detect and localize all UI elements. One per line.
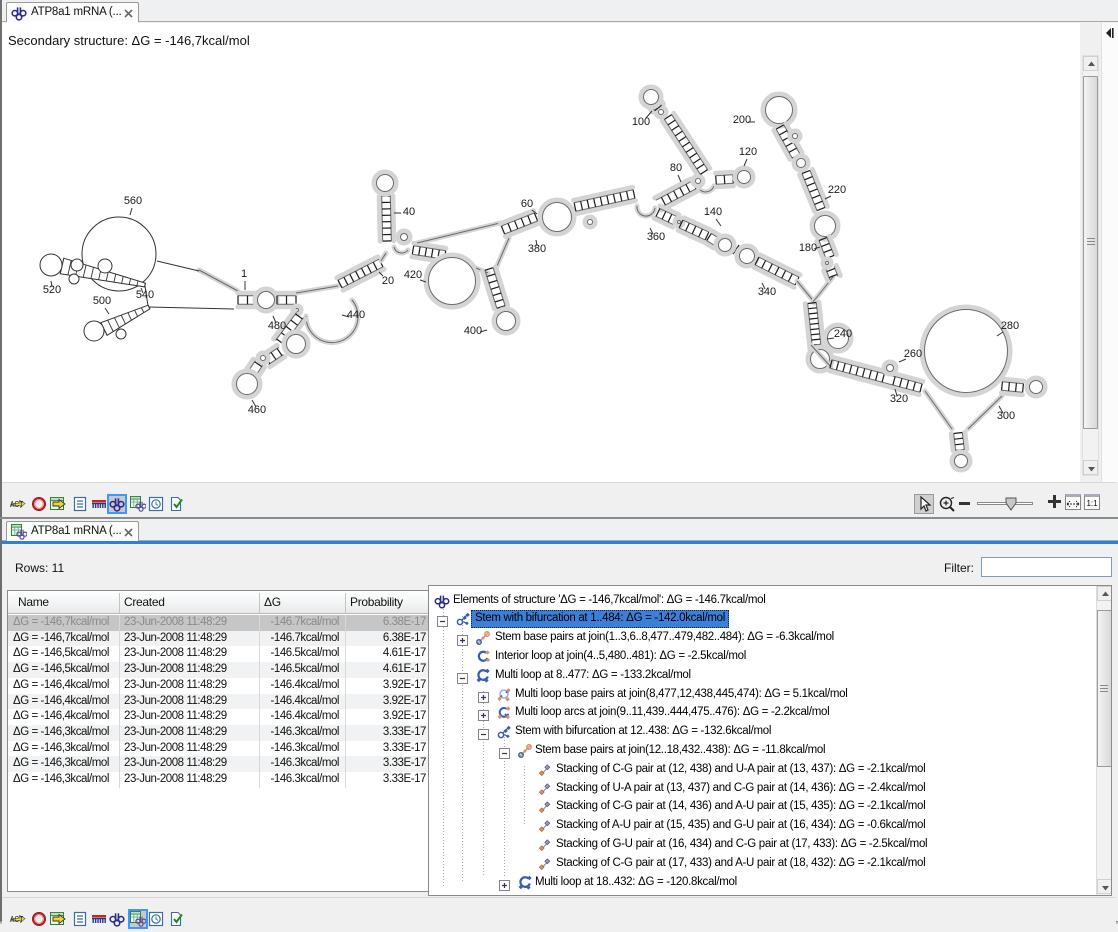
svg-text:120: 120 <box>739 146 757 158</box>
svg-text:180: 180 <box>799 242 817 254</box>
svg-text:480: 480 <box>268 320 286 332</box>
svg-text:1: 1 <box>241 268 247 280</box>
svg-text:20: 20 <box>382 275 394 287</box>
svg-text:460: 460 <box>248 404 266 416</box>
svg-text:420: 420 <box>404 269 422 281</box>
svg-text:100: 100 <box>632 116 650 128</box>
svg-text:ACT: ACT <box>10 914 24 924</box>
svg-text:240: 240 <box>834 328 852 340</box>
svg-text:140: 140 <box>704 206 722 218</box>
svg-text:200: 200 <box>733 114 751 126</box>
svg-text:500: 500 <box>93 295 111 307</box>
svg-text:300: 300 <box>997 410 1015 422</box>
svg-text:220: 220 <box>828 184 846 196</box>
svg-text:340: 340 <box>758 286 776 298</box>
svg-text:ACT: ACT <box>10 499 24 509</box>
svg-text:80: 80 <box>670 162 682 174</box>
svg-text:440: 440 <box>347 309 365 321</box>
svg-text:400: 400 <box>464 325 482 337</box>
svg-text:320: 320 <box>890 393 908 405</box>
svg-text:540: 540 <box>136 289 154 301</box>
svg-text:280: 280 <box>1001 320 1019 332</box>
svg-text:360: 360 <box>647 231 665 243</box>
svg-text:260: 260 <box>904 348 922 360</box>
svg-text:60: 60 <box>521 198 533 210</box>
svg-text:560: 560 <box>124 195 142 207</box>
svg-text:40: 40 <box>403 206 415 218</box>
